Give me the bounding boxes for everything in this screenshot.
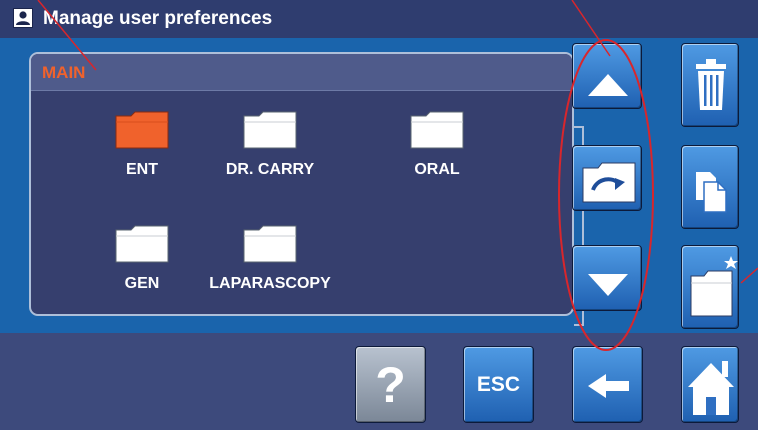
preferences-screen: Manage user preferences MAIN ENT DR. CAR… — [0, 0, 758, 430]
move-folder-icon — [582, 162, 636, 203]
help-button[interactable]: ? — [355, 346, 426, 423]
back-button[interactable] — [572, 346, 643, 423]
arrow-left-icon — [588, 374, 629, 398]
folder-laparascopy[interactable]: LAPARASCOPY — [195, 224, 345, 304]
help-label: ? — [375, 356, 406, 413]
delete-button[interactable] — [681, 43, 739, 127]
folder-oral[interactable]: ORAL — [362, 110, 512, 190]
copy-icon — [696, 172, 727, 213]
folder-label: ORAL — [414, 161, 460, 178]
arrow-down-icon — [588, 274, 628, 296]
folder-label: DR. CARRY — [225, 161, 315, 178]
folder-icon — [243, 111, 297, 149]
user-profile-icon — [13, 8, 33, 28]
folder-icon — [243, 225, 297, 263]
folder-dr-carry[interactable]: DR. CARRY — [195, 110, 345, 190]
scroll-up-button[interactable] — [572, 43, 642, 109]
home-icon — [688, 361, 734, 415]
trash-icon — [696, 59, 726, 110]
home-button[interactable] — [681, 346, 739, 423]
folder-label: LAPARASCOPY — [209, 275, 331, 292]
title-bar: Manage user preferences — [0, 0, 758, 38]
scroll-down-button[interactable] — [572, 245, 642, 311]
move-folder-button[interactable] — [572, 145, 642, 211]
escape-label: ESC — [476, 372, 521, 396]
folder-icon — [410, 111, 464, 149]
folder-icon — [115, 111, 169, 149]
panel-header: MAIN — [31, 54, 572, 91]
arrow-up-icon — [588, 74, 628, 96]
folder-icon — [115, 225, 169, 263]
new-folder-icon — [690, 256, 738, 317]
escape-button[interactable]: ESC — [463, 346, 534, 423]
new-folder-button[interactable] — [681, 245, 739, 329]
folder-panel: MAIN ENT DR. CARRY ORAL GEN LAPARASCOPY — [29, 52, 574, 316]
panel-title: MAIN — [42, 63, 86, 82]
copy-button[interactable] — [681, 145, 739, 229]
page-title: Manage user preferences — [43, 8, 273, 29]
